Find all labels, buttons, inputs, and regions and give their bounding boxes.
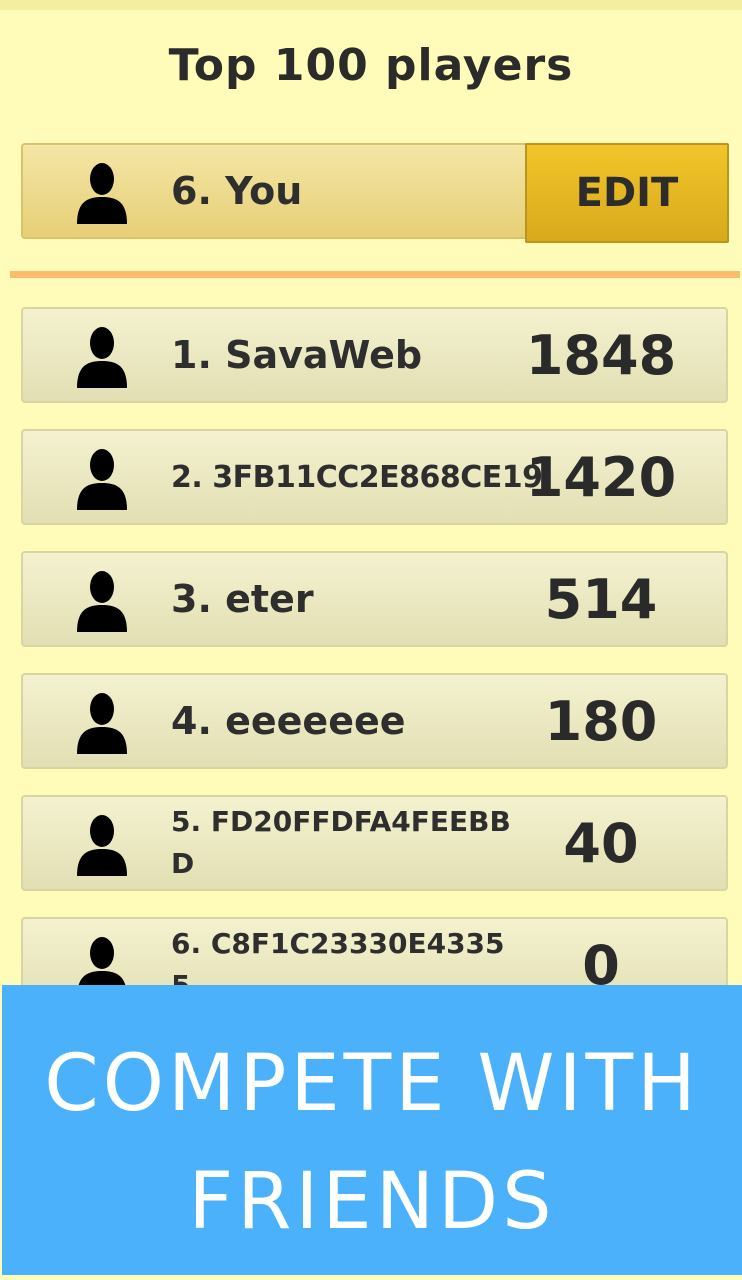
leaderboard-row[interactable]: 4. eeeeeee 180 <box>21 673 728 769</box>
edit-button[interactable]: EDIT <box>525 143 729 243</box>
leaderboard-row[interactable]: 2. 3FB11CC2E868CE19 1420 <box>21 429 728 525</box>
player-name: 4. eeeeeee <box>171 699 406 743</box>
person-icon <box>77 571 127 632</box>
player-score: 40 <box>563 811 639 875</box>
divider <box>10 271 740 278</box>
player-score: 514 <box>544 567 658 631</box>
leaderboard-row[interactable]: 1. SavaWeb 1848 <box>21 307 728 403</box>
player-name: 1. SavaWeb <box>171 333 423 377</box>
person-icon <box>77 693 127 754</box>
promo-banner: COMPETE WITH FRIENDS <box>2 985 742 1275</box>
player-name: 2. 3FB11CC2E868CE19 <box>171 459 543 495</box>
person-icon <box>77 327 127 388</box>
player-score: 180 <box>544 689 658 753</box>
player-name: 5. FD20FFDFA4FEEBBD <box>171 805 511 880</box>
player-name: 3. eter <box>171 577 314 621</box>
top-strip <box>0 0 742 10</box>
page-title: Top 100 players <box>168 40 574 91</box>
player-score: 1848 <box>525 323 677 387</box>
person-icon <box>77 163 127 224</box>
player-score: 1420 <box>525 445 677 509</box>
my-rank-label: 6. You <box>171 169 303 213</box>
leaderboard-row[interactable]: 3. eter 514 <box>21 551 728 647</box>
promo-banner-text: COMPETE WITH FRIENDS <box>44 1039 700 1247</box>
leaderboard-row[interactable]: 5. FD20FFDFA4FEEBBD 40 <box>21 795 728 891</box>
person-icon <box>77 815 127 876</box>
person-icon <box>77 449 127 510</box>
